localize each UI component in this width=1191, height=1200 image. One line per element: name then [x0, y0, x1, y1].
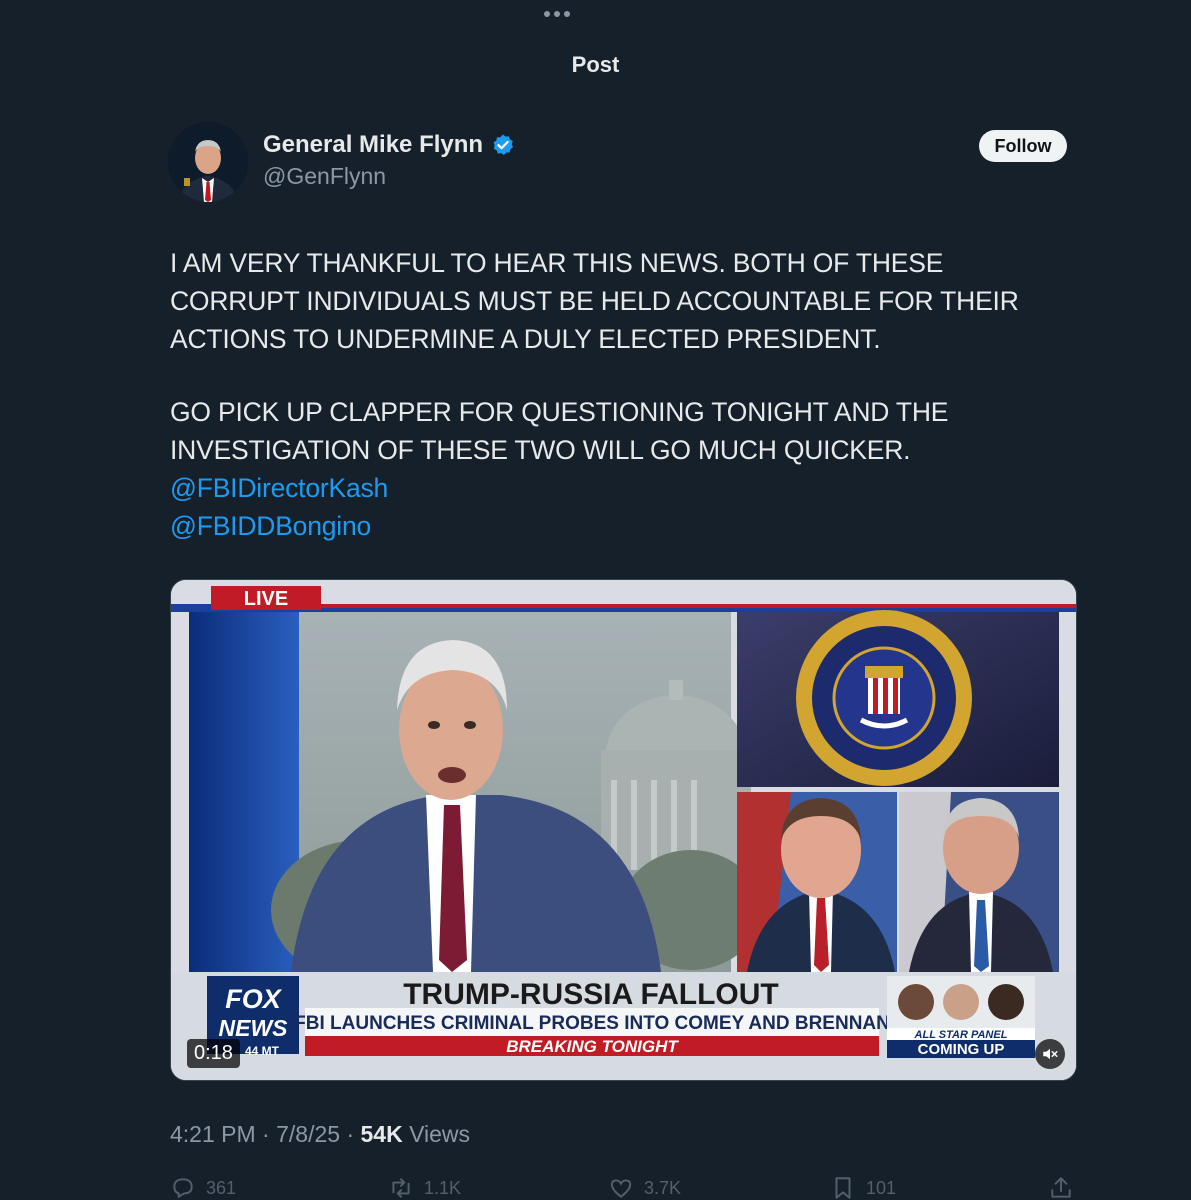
avatar[interactable]: [168, 122, 248, 202]
meta-separator: ·: [262, 1121, 270, 1147]
reply-icon: [173, 1178, 193, 1199]
promo-line2: COMING UP: [918, 1041, 1005, 1058]
post-time[interactable]: 4:21 PM: [170, 1121, 256, 1147]
video-duration: 0:18: [187, 1039, 240, 1068]
views-label: Views: [409, 1121, 471, 1147]
tweet-line: GO PICK UP CLAPPER FOR QUESTIONING TONIG…: [170, 397, 949, 427]
network-logo-line1: FOX: [225, 984, 282, 1014]
page-title: Post: [571, 52, 620, 77]
live-label: LIVE: [244, 588, 288, 610]
breaking-banner: BREAKING TONIGHT: [506, 1037, 679, 1056]
meta-separator: ·: [346, 1121, 355, 1147]
tweet-line: ACTIONS TO UNDERMINE A DULY ELECTED PRES…: [170, 324, 881, 354]
promo-line1: ALL STAR PANEL: [914, 1029, 1008, 1041]
repost-icon: [392, 1178, 410, 1198]
video-frame: LIVE FOX NEWS 44 MT TRUMP-RUSSIA FALLOUT…: [171, 580, 1076, 1080]
broadcast-clock: 44 MT: [245, 1044, 280, 1058]
repost-button[interactable]: 1.1K: [388, 1175, 461, 1200]
tweet-line: I AM VERY THANKFUL TO HEAR THIS NEWS. BO…: [170, 248, 944, 278]
repost-count: 1.1K: [424, 1177, 462, 1198]
post-date[interactable]: 7/8/25: [276, 1121, 340, 1147]
author-name[interactable]: General Mike Flynn: [263, 131, 515, 159]
reply-count: 361: [206, 1177, 237, 1198]
video-player[interactable]: LIVE FOX NEWS 44 MT TRUMP-RUSSIA FALLOUT…: [170, 579, 1077, 1081]
verified-badge-icon: [493, 134, 514, 155]
tweet-line: CORRUPT INDIVIDUALS MUST BE HELD ACCOUNT…: [170, 286, 1019, 316]
follow-button[interactable]: Follow: [979, 130, 1067, 162]
bookmark-button[interactable]: 101: [830, 1175, 896, 1200]
tweet-actions-bar: 361 1.1K 3.7K 101: [170, 1173, 1076, 1200]
like-count: 3.7K: [644, 1177, 682, 1198]
heart-icon: [610, 1179, 632, 1198]
author-name-text: General Mike Flynn: [263, 131, 484, 158]
video-subheadline: FBI LAUNCHES CRIMINAL PROBES INTO COMEY …: [294, 1013, 890, 1034]
bookmark-icon: [835, 1177, 851, 1199]
video-headline: TRUMP-RUSSIA FALLOUT: [403, 978, 779, 1011]
more-options-icon[interactable]: [544, 11, 570, 17]
like-button[interactable]: 3.7K: [608, 1175, 681, 1200]
mention-link-fbiddbongino[interactable]: @FBIDDBongino: [170, 507, 1070, 545]
bookmark-count: 101: [866, 1177, 897, 1198]
views-count: 54K: [360, 1121, 403, 1147]
mention-link-fbidirectorkash[interactable]: @FBIDirectorKash: [170, 469, 1070, 507]
reply-button[interactable]: 361: [170, 1175, 236, 1200]
network-logo-line2: NEWS: [219, 1015, 289, 1041]
author-handle[interactable]: @GenFlynn: [263, 163, 386, 190]
post-page: Post General Mike Flynn @GenFlynn Follow…: [0, 0, 1191, 1200]
mute-button[interactable]: [1035, 1039, 1065, 1069]
tweet-text: I AM VERY THANKFUL TO HEAR THIS NEWS. BO…: [170, 244, 1070, 545]
tweet-line: INVESTIGATION OF THESE TWO WILL GO MUCH …: [170, 435, 911, 465]
speaker-muted-icon: [1043, 1048, 1058, 1060]
share-button[interactable]: [1048, 1175, 1074, 1200]
tweet-metadata: 4:21 PM · 7/8/25 · 54K Views: [170, 1121, 470, 1148]
share-icon: [1051, 1177, 1071, 1198]
